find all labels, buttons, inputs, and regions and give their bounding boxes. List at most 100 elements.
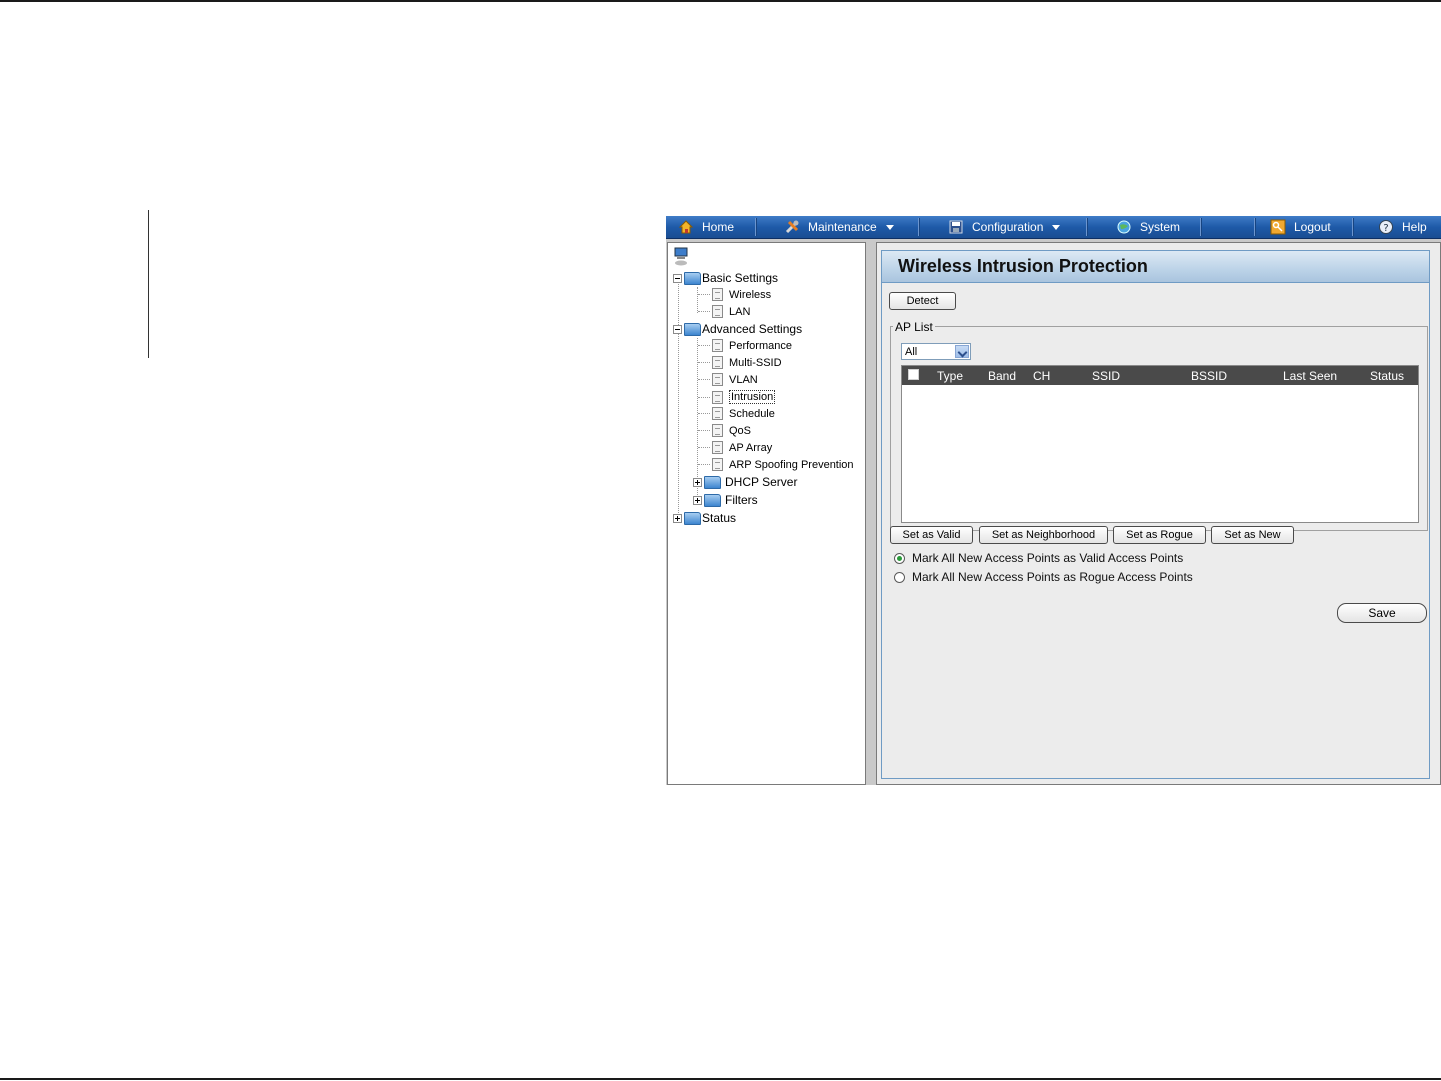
document-icon [712,390,723,404]
menu-maintenance[interactable]: Maintenance [784,216,894,238]
document-icon [712,356,723,369]
menu-home[interactable]: Home [678,216,734,238]
menu-help[interactable]: ? Help [1378,216,1427,238]
col-last-seen: Last Seen [1283,368,1338,383]
tree-item-arp-spoofing[interactable]: ARP Spoofing Prevention [698,458,854,471]
document-icon [712,407,723,420]
menu-separator [1200,218,1202,236]
col-ssid: SSID [1092,368,1121,383]
tree-item-label: DHCP Server [725,475,798,489]
menu-help-label: Help [1402,220,1427,234]
tree-connector [698,311,710,312]
document-icon [712,458,723,471]
folder-open-icon [684,322,701,336]
globe-icon [1116,219,1132,235]
expand-icon[interactable] [693,477,702,487]
chevron-down-icon[interactable] [955,345,969,358]
select-all-checkbox[interactable] [908,369,919,380]
folder-icon [704,493,721,507]
ap-table: Type Band CH SSID BSSID Last Seen Status [901,365,1419,523]
mark-rogue-option[interactable]: Mark All New Access Points as Rogue Acce… [894,570,1193,584]
tree-advanced-settings-label: Advanced Settings [702,322,803,336]
collapse-icon[interactable] [673,273,682,283]
save-button[interactable]: Save [1337,603,1427,623]
help-icon: ? [1378,219,1394,235]
tree-item-performance[interactable]: Performance [698,339,792,352]
menu-separator [755,218,757,236]
side-rule [148,210,149,358]
tree-status[interactable]: Status [673,511,736,525]
tree-advanced-settings[interactable]: Advanced Settings [673,322,802,336]
tree-basic-settings-label: Basic Settings [702,271,779,285]
tree-filters[interactable]: Filters [693,493,758,507]
tree-item-intrusion[interactable]: Intrusion [698,390,776,404]
expand-icon[interactable] [693,495,702,505]
tree-connector [698,413,710,414]
app-window: Home Maintenance Configuration System Lo… [666,216,1441,785]
page-title: Wireless Intrusion Protection [882,250,1429,283]
tree-item-ap-array[interactable]: AP Array [698,441,772,454]
tree-connector [698,464,710,465]
document-icon [712,339,723,352]
tree-item-lan[interactable]: LAN [698,305,750,318]
bottom-rule [0,1078,1441,1080]
expand-icon[interactable] [673,513,682,523]
menu-configuration-label: Configuration [972,220,1044,234]
ap-filter-select[interactable]: All [901,343,971,360]
menu-maintenance-label: Maintenance [808,220,877,234]
tree-connector [698,362,710,363]
ap-list-legend: AP List [893,320,935,334]
mark-rogue-label: Mark All New Access Points as Rogue Acce… [912,570,1193,584]
folder-icon [684,511,701,525]
document-icon [712,441,723,454]
tree-connector [698,379,710,380]
tree-connector [698,294,710,295]
collapse-icon[interactable] [673,324,682,334]
tree-item-schedule[interactable]: Schedule [698,407,775,420]
menu-system[interactable]: System [1116,216,1180,238]
top-rule [0,0,1441,2]
menu-separator [1086,218,1088,236]
tree-connector [698,447,710,448]
document-icon [712,373,723,386]
mark-valid-radio[interactable] [894,552,905,564]
set-as-valid-button[interactable]: Set as Valid [890,526,973,544]
set-as-neighborhood-button[interactable]: Set as Neighborhood [979,526,1108,544]
document-icon [712,305,723,318]
mark-valid-option[interactable]: Mark All New Access Points as Valid Acce… [894,551,1183,565]
menu-logout[interactable]: Logout [1270,216,1331,238]
col-status: Status [1370,368,1405,383]
col-band: Band [988,368,1017,383]
document-icon [712,424,723,437]
menu-separator [918,218,920,236]
menu-separator [1254,218,1256,236]
set-as-rogue-button[interactable]: Set as Rogue [1113,526,1206,544]
tree-item-multi-ssid[interactable]: Multi-SSID [698,356,782,369]
content-area: Wireless Intrusion Protection Detect AP … [876,242,1441,785]
col-type: Type [937,368,964,383]
tree-root[interactable] [673,247,689,267]
document-icon [712,288,723,301]
tree-item-qos[interactable]: QoS [698,424,751,437]
tree-item-label: Performance [729,339,792,352]
floppy-disk-icon [948,219,964,235]
col-ch: CH [1033,368,1051,383]
mark-rogue-radio[interactable] [894,571,905,583]
tree-connector [698,430,710,431]
tools-icon [784,219,800,235]
tree-item-vlan[interactable]: VLAN [698,373,758,386]
mark-valid-label: Mark All New Access Points as Valid Acce… [912,551,1184,565]
folder-open-icon [684,271,701,285]
tree-item-label: AP Array [729,441,773,454]
set-as-new-button[interactable]: Set as New [1211,526,1294,544]
tree-dhcp-server[interactable]: DHCP Server [693,475,797,489]
tree-item-label: Filters [725,493,758,507]
menu-configuration[interactable]: Configuration [948,216,1061,238]
detect-button[interactable]: Detect [889,292,956,310]
tree-basic-settings[interactable]: Basic Settings [673,271,778,285]
ap-table-header: Type Band CH SSID BSSID Last Seen Status [902,366,1418,385]
tree-item-label-selected: Intrusion [729,390,776,404]
svg-text:?: ? [1383,223,1388,234]
tree-item-wireless[interactable]: Wireless [698,288,771,301]
menu-separator [1352,218,1354,236]
